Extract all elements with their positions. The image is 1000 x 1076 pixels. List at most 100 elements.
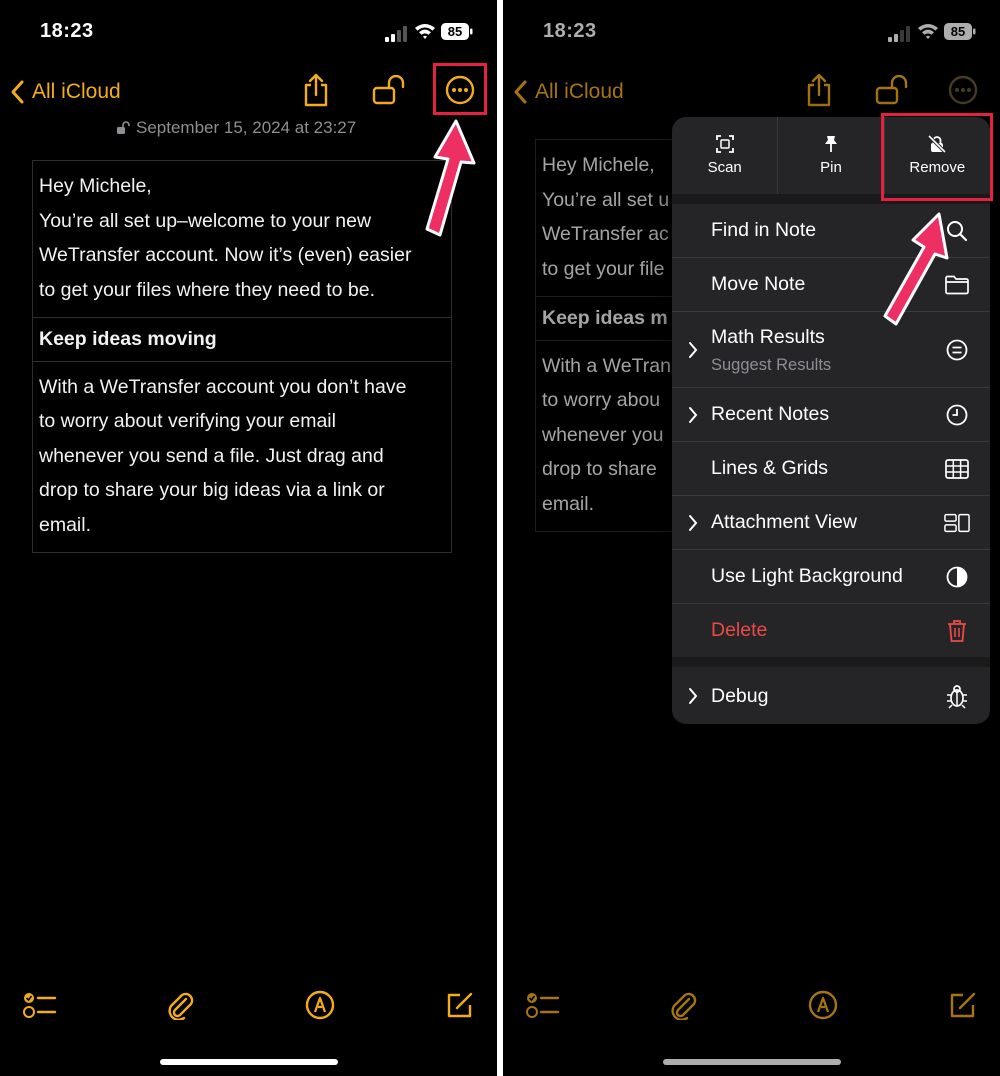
paperclip-icon <box>168 992 194 1020</box>
back-button[interactable]: All iCloud <box>513 72 624 112</box>
status-bar: 18:23 85 <box>503 0 1000 62</box>
scan-label: Scan <box>707 159 742 176</box>
chevron-right-icon <box>689 341 698 358</box>
scan-icon <box>715 135 734 153</box>
menu-item-light-background[interactable]: Use Light Background <box>672 550 990 603</box>
note-line: With a WeTransfer account you don’t have <box>39 375 407 398</box>
markup-button[interactable] <box>803 985 843 1025</box>
menu-item-lines-grids[interactable]: Lines & Grids <box>672 442 990 495</box>
menu-item-debug[interactable]: Debug <box>672 667 990 724</box>
note-table[interactable]: Hey Michele, You’re all set up–welcome t… <box>32 160 452 553</box>
back-label: All iCloud <box>32 80 121 103</box>
wifi-icon <box>918 24 938 39</box>
compose-icon <box>447 992 473 1018</box>
small-unlocked-icon <box>117 121 130 134</box>
note-heading: Keep ideas moving <box>39 328 217 350</box>
note-line: to get your files where they need to be. <box>39 278 376 301</box>
lock-button[interactable] <box>872 70 912 110</box>
pin-icon <box>824 136 837 152</box>
attachment-button[interactable] <box>663 985 703 1025</box>
trash-icon <box>944 619 970 643</box>
ellipsis-circle-icon <box>948 75 978 105</box>
note-cell-body[interactable]: With a WeTransfer account you don’t have… <box>33 362 451 553</box>
menu-item-label: Use Light Background <box>711 565 903 587</box>
pointer-arrow-icon <box>883 212 949 326</box>
checklist-button[interactable] <box>20 985 60 1025</box>
chevron-right-icon <box>689 687 698 704</box>
share-icon <box>807 73 831 107</box>
note-cell-heading[interactable]: Keep ideas moving <box>33 318 451 362</box>
compose-icon <box>950 992 976 1018</box>
chevron-left-icon <box>514 80 527 104</box>
pen-circle-icon <box>305 990 335 1020</box>
note-line: whenever you send a file. Just drag and <box>39 444 384 467</box>
bug-icon <box>944 684 970 709</box>
checklist-button[interactable] <box>523 985 563 1025</box>
menu-item-label: Math Results <box>711 326 825 348</box>
pin-label: Pin <box>820 159 842 176</box>
pin-action[interactable]: Pin <box>777 117 883 194</box>
left-screen: 18:23 85 All iCloud September 15, 2024 a… <box>0 0 497 1076</box>
battery-icon: 85 <box>441 23 473 40</box>
unlocked-icon <box>875 75 908 105</box>
menu-item-recent-notes[interactable]: Recent Notes <box>672 388 990 441</box>
battery-icon: 85 <box>944 23 976 40</box>
note-date-text: September 15, 2024 at 23:27 <box>136 118 357 137</box>
note-options-menu: Scan Pin Remove Find in Note Move Note M… <box>672 117 990 724</box>
menu-item-label: Move Note <box>711 273 806 295</box>
paperclip-icon <box>671 992 697 1020</box>
menu-section-separator <box>672 657 990 667</box>
home-indicator[interactable] <box>160 1059 338 1065</box>
menu-item-delete[interactable]: Delete <box>672 604 990 657</box>
note-line: WeTransfer account. Now it’s (even) easi… <box>39 244 412 266</box>
compose-button[interactable] <box>440 985 480 1025</box>
home-indicator[interactable] <box>663 1059 841 1065</box>
lock-button[interactable] <box>369 70 409 110</box>
note-line: email. <box>39 513 92 536</box>
cellular-signal-icon <box>888 26 910 42</box>
bottom-toolbar <box>503 985 1000 1025</box>
share-button[interactable] <box>799 70 839 110</box>
menu-item-attachment-view[interactable]: Attachment View <box>672 496 990 549</box>
note-cell-intro[interactable]: Hey Michele, You’re all set up–welcome t… <box>33 161 451 318</box>
pen-circle-icon <box>808 990 838 1020</box>
menu-item-sublabel: Suggest Results <box>711 356 832 374</box>
note-line: to worry about verifying your email <box>39 410 336 432</box>
share-button[interactable] <box>296 70 336 110</box>
note-line: drop to share your big ideas via a link … <box>39 479 385 501</box>
right-screen: 18:23 85 All iCloud Hey Michele, You’re … <box>503 0 1000 1076</box>
note-line: Hey Michele, <box>39 175 152 197</box>
bottom-toolbar <box>0 985 497 1025</box>
wifi-icon <box>415 24 435 39</box>
battery-level: 85 <box>448 24 462 39</box>
markup-button[interactable] <box>300 985 340 1025</box>
pointer-arrow-icon <box>425 119 476 237</box>
status-bar: 18:23 85 <box>0 0 497 62</box>
compose-button[interactable] <box>943 985 983 1025</box>
note-line: You’re all set up–welcome to your new <box>39 209 372 232</box>
share-icon <box>304 73 328 107</box>
chevron-left-icon <box>11 80 24 104</box>
back-button[interactable]: All iCloud <box>10 72 121 112</box>
clock-icon <box>944 403 970 427</box>
menu-item-label: Attachment View <box>711 511 857 533</box>
menu-item-label: Lines & Grids <box>711 457 829 479</box>
chevron-right-icon <box>689 514 698 531</box>
chevron-right-icon <box>689 406 698 423</box>
highlight-more-button <box>433 63 487 115</box>
menu-item-label: Debug <box>711 685 769 707</box>
menu-item-label: Delete <box>711 619 768 641</box>
menu-item-label: Recent Notes <box>711 403 830 425</box>
checklist-icon <box>526 993 560 1018</box>
cellular-signal-icon <box>385 26 407 42</box>
checklist-icon <box>23 993 57 1018</box>
menu-item-label: Find in Note <box>711 219 817 241</box>
more-button[interactable] <box>943 70 983 110</box>
scan-action[interactable]: Scan <box>672 117 777 194</box>
back-label: All iCloud <box>535 80 624 103</box>
attachment-button[interactable] <box>160 985 200 1025</box>
battery-level: 85 <box>951 24 965 39</box>
nav-bar: All iCloud <box>503 66 1000 116</box>
status-time: 18:23 <box>543 20 597 42</box>
status-time: 18:23 <box>40 20 94 42</box>
